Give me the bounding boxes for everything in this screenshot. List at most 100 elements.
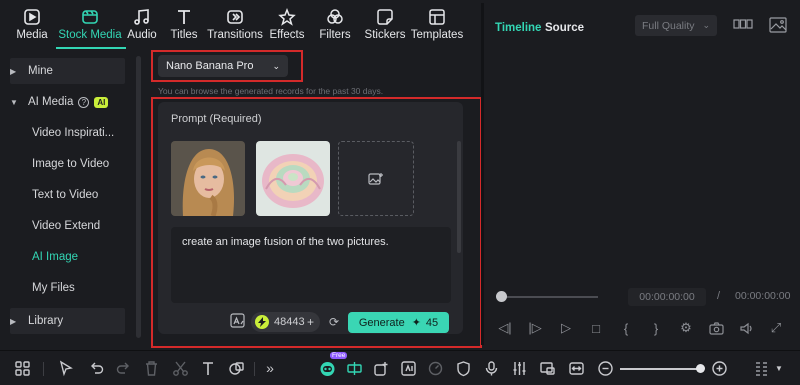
- select-tool-button[interactable]: [56, 358, 76, 378]
- audio-mixer-button[interactable]: [509, 358, 529, 378]
- playback-seek-handle[interactable]: [496, 291, 507, 302]
- refresh-button[interactable]: ⟳: [326, 314, 342, 330]
- ai-text-assist-button[interactable]: [230, 313, 248, 331]
- split-button[interactable]: [170, 358, 190, 378]
- add-image-button[interactable]: [338, 141, 414, 216]
- zoom-out-button[interactable]: [595, 358, 615, 378]
- shield-button[interactable]: [453, 358, 473, 378]
- panel-divider[interactable]: [481, 3, 484, 345]
- prompt-text-value: create an image fusion of the two pictur…: [182, 236, 389, 248]
- mark-out-button[interactable]: }: [646, 318, 666, 338]
- speed-button[interactable]: [425, 358, 445, 378]
- tool-templates[interactable]: Templates: [410, 3, 464, 47]
- shape-tool-button[interactable]: [226, 358, 246, 378]
- shape-icon: [228, 361, 244, 375]
- stop-button[interactable]: □: [586, 318, 606, 338]
- fullscreen-button[interactable]: ⤢: [766, 318, 786, 338]
- sidebar-item-label: Video Inspirati...: [32, 127, 115, 139]
- reference-image-portrait[interactable]: [171, 141, 245, 216]
- previous-frame-button[interactable]: ◁|: [495, 318, 515, 338]
- chevron-down-icon: ⌄: [702, 20, 710, 30]
- ai-copilot-button[interactable]: [317, 358, 337, 378]
- play-button[interactable]: ▷: [556, 318, 576, 338]
- tool-label: Audio: [127, 29, 157, 41]
- tool-stickers[interactable]: Stickers: [360, 3, 410, 47]
- text-tool-button[interactable]: [198, 358, 218, 378]
- pip-button[interactable]: [537, 358, 557, 378]
- ai-clip-button[interactable]: [398, 358, 418, 378]
- tool-effects[interactable]: Effects: [264, 3, 310, 47]
- quality-dropdown[interactable]: Full Quality ⌄: [635, 15, 717, 36]
- volume-button[interactable]: [736, 318, 756, 338]
- grid-layout-icon: [14, 360, 30, 376]
- tool-stock-media[interactable]: Stock Media: [58, 3, 122, 47]
- sidebar-item-image-to-video[interactable]: Image to Video: [14, 151, 129, 177]
- mixer-icon: [513, 361, 525, 375]
- mark-in-button[interactable]: {: [616, 318, 636, 338]
- tool-media[interactable]: Media: [6, 3, 58, 47]
- ai-clip-icon: [400, 360, 416, 376]
- track-height-button[interactable]: [751, 358, 771, 378]
- grid-view-button[interactable]: [733, 16, 753, 34]
- refresh-icon: ⟳: [328, 315, 340, 329]
- track-rows-icon: [755, 361, 767, 376]
- credits-pill[interactable]: 48443 +: [251, 312, 320, 332]
- reference-image-succulent[interactable]: [256, 141, 330, 216]
- fit-timeline-button[interactable]: [566, 358, 586, 378]
- layout-button[interactable]: [12, 358, 32, 378]
- sidebar-scrollbar[interactable]: [136, 56, 141, 338]
- mark-in-icon: {: [623, 320, 629, 336]
- speaker-icon: [739, 322, 752, 334]
- step-back-icon: ◁|: [498, 320, 512, 335]
- playback-seek-track[interactable]: [498, 296, 598, 298]
- record-voice-button[interactable]: [481, 358, 501, 378]
- timecode-separator: /: [717, 290, 721, 302]
- help-icon[interactable]: ?: [78, 96, 90, 108]
- tool-titles[interactable]: Titles: [162, 3, 206, 47]
- tool-audio[interactable]: Audio: [122, 3, 162, 47]
- sidebar-item-video-inspiration[interactable]: Video Inspirati...: [14, 120, 129, 146]
- tab-timeline[interactable]: Timeline: [495, 22, 541, 34]
- scissors-icon: [172, 361, 188, 376]
- current-timecode: 00:00:00:00: [628, 288, 706, 306]
- sidebar-item-text-to-video[interactable]: Text to Video: [14, 182, 129, 208]
- sidebar-item-library[interactable]: ▶ Library: [10, 308, 125, 334]
- more-tools-button[interactable]: »: [260, 358, 280, 378]
- prompt-textarea[interactable]: create an image fusion of the two pictur…: [171, 227, 451, 303]
- sidebar-item-video-extend[interactable]: Video Extend: [14, 213, 129, 239]
- prompt-panel-scrollbar[interactable]: [457, 141, 461, 253]
- tool-transitions[interactable]: Transitions: [206, 3, 264, 47]
- caret-right-icon: ▶: [10, 316, 17, 326]
- snapshot-view-button[interactable]: [768, 16, 788, 34]
- toolbar-divider: [254, 362, 255, 376]
- redo-icon: [116, 362, 129, 374]
- transitions-icon: [227, 10, 243, 24]
- camera-icon: [708, 321, 724, 335]
- stickers-icon: [377, 9, 393, 25]
- undo-button[interactable]: [86, 358, 106, 378]
- prompt-label: Prompt (Required): [171, 113, 262, 125]
- zoom-slider-handle[interactable]: [696, 364, 705, 373]
- auto-edit-button[interactable]: [371, 358, 391, 378]
- sidebar-item-ai-media[interactable]: ▼ AI Media ? AI: [10, 89, 125, 115]
- redo-button[interactable]: [113, 358, 133, 378]
- sidebar-item-mine[interactable]: ▶ Mine: [10, 58, 125, 84]
- render-settings-button[interactable]: ⚙: [676, 318, 696, 338]
- sidebar-item-ai-image[interactable]: AI Image: [14, 244, 129, 270]
- split-clip-button[interactable]: [344, 358, 364, 378]
- zoom-in-icon: [711, 360, 727, 376]
- zoom-slider-track[interactable]: [620, 368, 700, 370]
- tool-label: Effects: [269, 29, 305, 41]
- next-frame-button[interactable]: |▷: [525, 318, 545, 338]
- generate-button[interactable]: Generate ✦ 45: [348, 312, 449, 333]
- tab-source[interactable]: Source: [545, 22, 584, 34]
- titles-icon: [178, 10, 190, 24]
- toolbar-options-button[interactable]: ▼: [772, 358, 786, 378]
- highlight-box-model: [151, 50, 303, 82]
- sidebar-item-my-files[interactable]: My Files: [14, 275, 129, 301]
- tool-filters[interactable]: Filters: [310, 3, 360, 47]
- filters-icon: [327, 9, 343, 24]
- zoom-in-button[interactable]: [709, 358, 729, 378]
- snapshot-button[interactable]: [706, 318, 726, 338]
- delete-button[interactable]: [141, 358, 161, 378]
